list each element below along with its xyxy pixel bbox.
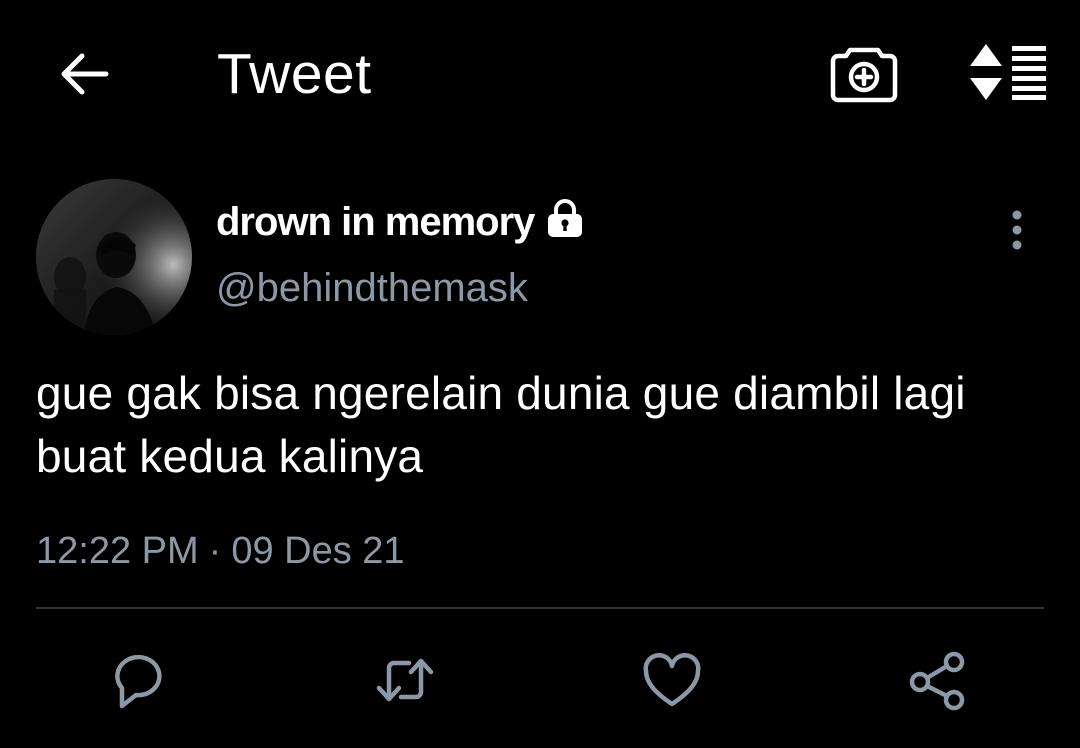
add-photo-button[interactable]: [830, 40, 898, 104]
more-options-button[interactable]: [996, 206, 1038, 254]
back-button[interactable]: [52, 42, 116, 106]
heart-icon: [643, 653, 701, 707]
like-button[interactable]: [640, 648, 704, 712]
camera-plus-icon: [830, 47, 898, 103]
author-handle[interactable]: @behindthemask: [216, 264, 528, 312]
retweet-button[interactable]: [373, 648, 437, 712]
reply-icon: [115, 654, 162, 709]
page-title: Tweet: [217, 42, 372, 106]
more-vertical-icon: [1012, 210, 1022, 250]
arrow-left-icon: [61, 53, 109, 95]
lock-icon: [544, 197, 586, 239]
top-bar: Tweet: [0, 0, 1080, 145]
author-display-name[interactable]: drown in memory: [216, 198, 535, 246]
avatar[interactable]: [36, 179, 192, 335]
retweet-icon: [376, 658, 434, 702]
reply-button[interactable]: [108, 648, 172, 712]
tweet-text: gue gak bisa ngerelain dunia gue diambil…: [36, 367, 966, 482]
sort-list-icon: [970, 44, 1046, 100]
timestamp-separator: ·: [208, 530, 222, 572]
tweet-date: 09 Des 21: [231, 530, 405, 572]
author-name-row[interactable]: drown in memory: [216, 198, 586, 246]
tweet-time: 12:22 PM: [36, 530, 199, 572]
divider: [36, 607, 1044, 609]
tweet-timestamp: 12:22 PM · 09 Des 21: [36, 528, 405, 574]
sort-button[interactable]: [966, 42, 1048, 102]
profile-photo: [36, 179, 192, 335]
share-button[interactable]: [906, 648, 970, 712]
share-icon: [909, 651, 965, 711]
